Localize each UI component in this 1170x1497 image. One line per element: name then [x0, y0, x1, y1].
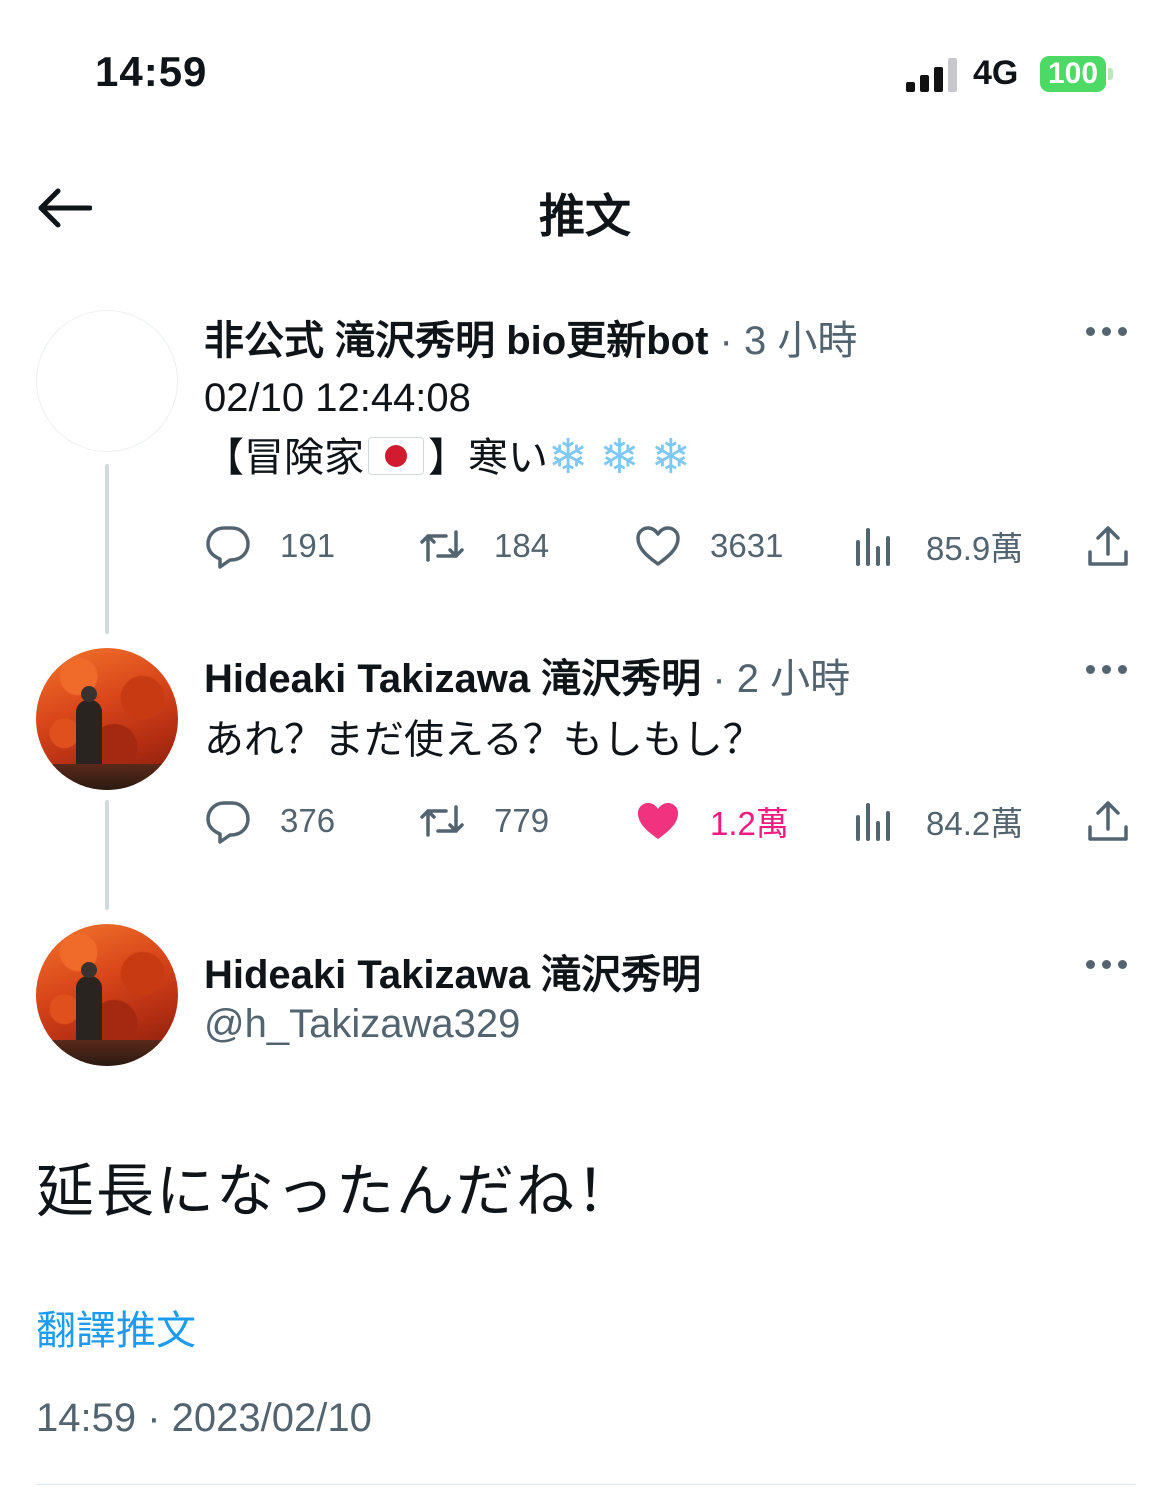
main-author-handle[interactable]: @h_Takizawa329: [204, 1002, 520, 1047]
snowflake-icon: ❄: [599, 431, 640, 484]
main-tweet-text: 延長になったんだね！: [36, 1159, 637, 1224]
heart-filled-icon: [638, 803, 678, 839]
reply-count: 191: [280, 527, 336, 564]
tweet-line: 【冒険家 】寒い❄ ❄ ❄: [204, 428, 691, 488]
share-icon[interactable]: [1084, 522, 1132, 570]
more-options-icon[interactable]: [1086, 327, 1128, 337]
avatar[interactable]: [36, 648, 178, 790]
views-icon: [856, 803, 890, 841]
reply-button[interactable]: 376: [204, 797, 335, 845]
like-button[interactable]: 3631: [634, 522, 783, 570]
avatar-figure: [76, 962, 102, 1046]
retweet-count: 779: [494, 802, 550, 839]
tweet-time: · 2 小時: [712, 657, 851, 701]
divider: [36, 1484, 1136, 1485]
views-count: 84.2萬: [926, 805, 1024, 842]
views-button[interactable]: 85.9萬: [850, 522, 1023, 570]
status-time: 14:59: [95, 48, 208, 95]
tweet-text: 02/10 12:44:08 【冒険家 】寒い❄ ❄ ❄: [204, 368, 691, 488]
page-title: 推文: [539, 190, 631, 242]
avatar-rocks: [36, 1040, 178, 1066]
thread-line: [105, 464, 109, 634]
heart-icon: [636, 526, 680, 566]
reply-count: 376: [280, 802, 336, 839]
tweet-text: あれ？まだ使える？もしもし？: [204, 718, 763, 762]
author-name[interactable]: Hideaki Takizawa 滝沢秀明: [204, 657, 701, 701]
tweet-time: · 3 小時: [719, 319, 858, 363]
snowflake-icon: ❄: [650, 431, 691, 484]
views-button[interactable]: 84.2萬: [850, 797, 1023, 845]
network-type: 4G: [973, 54, 1019, 92]
retweet-button[interactable]: 779: [418, 797, 549, 845]
main-author-name[interactable]: Hideaki Takizawa 滝沢秀明: [204, 942, 701, 1000]
like-button[interactable]: 1.2萬: [634, 797, 789, 845]
avatar[interactable]: [36, 310, 178, 452]
reply-button[interactable]: 191: [204, 522, 335, 570]
retweet-icon: [420, 805, 464, 837]
more-options-icon[interactable]: [1086, 665, 1128, 675]
snowflake-icon: ❄: [548, 431, 589, 484]
tweet-timestamp: 14:59 · 2023/02/10: [36, 1396, 372, 1440]
tweet-author[interactable]: 非公式 滝沢秀明 bio更新bot · 3 小時: [204, 308, 857, 366]
tweet-line: 02/10 12:44:08: [204, 376, 471, 420]
views-count: 85.9萬: [926, 530, 1024, 567]
battery-tip: [1108, 68, 1113, 80]
signal-icon: [906, 56, 958, 92]
battery-level: 100: [1040, 56, 1106, 92]
reply-icon: [206, 801, 250, 844]
avatar-rocks: [36, 764, 178, 790]
text-prefix: 【冒険家: [204, 436, 364, 480]
share-icon[interactable]: [1084, 797, 1132, 845]
like-count: 1.2萬: [710, 805, 789, 842]
reply-icon: [206, 526, 250, 569]
more-options-icon[interactable]: [1086, 960, 1128, 970]
japan-flag-icon: [368, 437, 424, 475]
views-icon: [856, 528, 890, 566]
author-name[interactable]: 非公式 滝沢秀明 bio更新bot: [204, 319, 708, 363]
avatar[interactable]: [36, 924, 178, 1066]
text-suffix: 】寒い: [428, 436, 548, 480]
back-arrow-icon[interactable]: [36, 186, 92, 230]
retweet-count: 184: [494, 527, 550, 564]
like-count: 3631: [710, 527, 784, 564]
tweet-author[interactable]: Hideaki Takizawa 滝沢秀明 · 2 小時: [204, 646, 850, 704]
retweet-button[interactable]: 184: [418, 522, 549, 570]
retweet-icon: [420, 530, 464, 562]
thread-line: [105, 800, 109, 910]
translate-link[interactable]: 翻譯推文: [36, 1298, 196, 1356]
avatar-figure: [76, 686, 102, 770]
